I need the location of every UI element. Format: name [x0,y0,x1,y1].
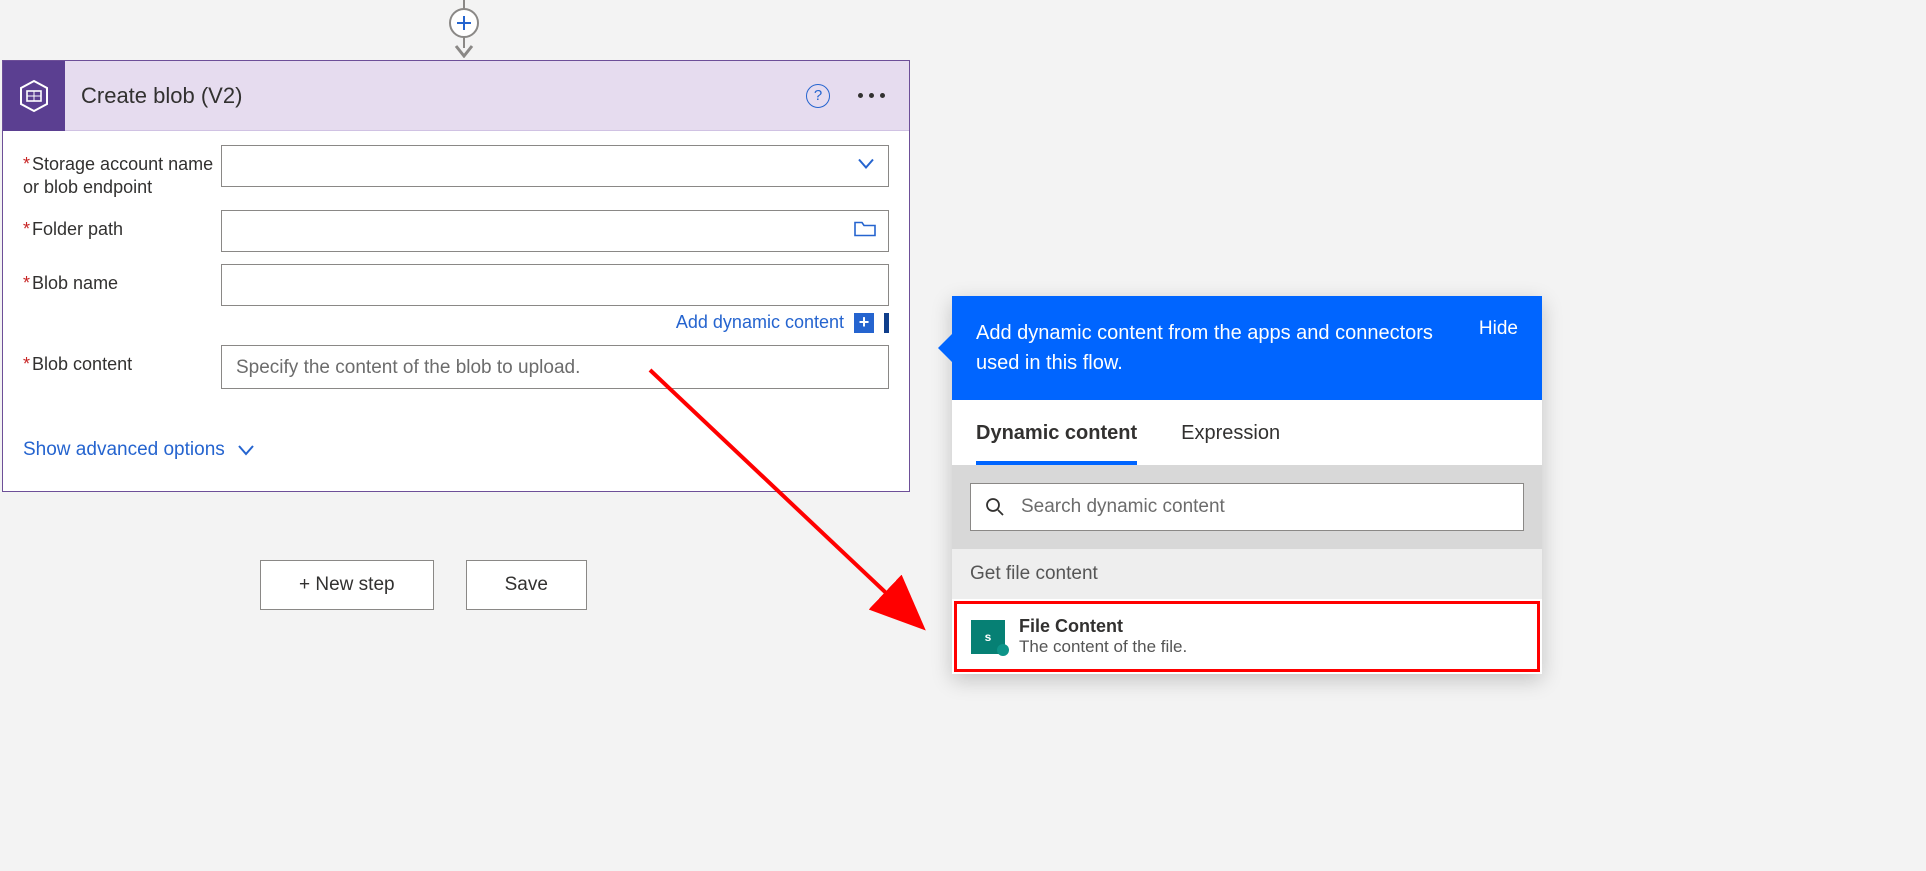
label-blob-name: *Blob name [23,264,221,295]
popup-search-box[interactable] [970,483,1524,531]
show-advanced-label: Show advanced options [23,439,225,461]
label-folder-path: *Folder path [23,210,221,241]
popup-header: Add dynamic content from the apps and co… [952,296,1542,400]
dynamic-item-title: File Content [1019,616,1187,637]
arrow-down-icon [454,44,474,58]
blob-name-input[interactable] [234,265,876,305]
popup-list[interactable]: s File Content The content of the file. [952,599,1542,674]
card-header[interactable]: Create blob (V2) ? [3,61,909,131]
add-dynamic-content-label: Add dynamic content [676,312,844,333]
popup-tabs: Dynamic content Expression [952,400,1542,465]
tab-dynamic-content[interactable]: Dynamic content [976,422,1137,465]
blob-content-input-wrap[interactable] [221,345,889,389]
blob-name-input-wrap[interactable] [221,264,889,306]
popup-headline: Add dynamic content from the apps and co… [976,318,1459,378]
label-storage-account: *Storage account name or blob endpoint [23,145,221,198]
new-step-button[interactable]: + New step [260,560,434,610]
dynamic-bar-icon [884,313,889,333]
sharepoint-icon: s [971,620,1005,654]
folder-path-input-wrap[interactable] [221,210,889,252]
tab-expression[interactable]: Expression [1181,422,1280,465]
search-icon [985,497,1005,517]
step-connector [449,0,479,62]
card-title: Create blob (V2) [65,83,806,109]
popup-search-area [952,465,1542,549]
popup-section-title: Get file content [952,549,1542,599]
label-blob-content: *Blob content [23,345,221,376]
popup-search-input[interactable] [1019,495,1509,519]
dynamic-item-subtitle: The content of the file. [1019,637,1187,657]
popup-caret-icon [938,334,952,362]
more-menu-icon[interactable] [858,93,885,98]
blob-storage-icon [17,79,51,113]
add-dynamic-content-link[interactable]: Add dynamic content + [676,312,889,333]
connector-icon [3,61,65,131]
save-button[interactable]: Save [466,560,587,610]
chevron-down-icon [856,154,876,179]
action-card-create-blob: Create blob (V2) ? *Storage account name… [2,60,910,492]
storage-account-input[interactable] [234,146,876,186]
dynamic-item-file-content[interactable]: s File Content The content of the file. [954,601,1540,672]
storage-account-dropdown[interactable] [221,145,889,187]
dynamic-plus-icon: + [854,313,874,333]
popup-hide-button[interactable]: Hide [1479,318,1518,340]
blob-content-input[interactable] [234,356,876,380]
plus-icon [456,15,472,31]
flow-footer-buttons: + New step Save [260,560,587,610]
card-body: *Storage account name or blob endpoint *… [3,131,909,491]
show-advanced-options[interactable]: Show advanced options [23,439,889,461]
insert-step-button[interactable] [449,8,479,38]
chevron-down-icon [237,444,255,456]
folder-path-input[interactable] [234,211,876,251]
help-icon[interactable]: ? [806,84,830,108]
folder-picker-icon[interactable] [854,220,876,243]
dynamic-content-popup: Add dynamic content from the apps and co… [952,296,1542,674]
